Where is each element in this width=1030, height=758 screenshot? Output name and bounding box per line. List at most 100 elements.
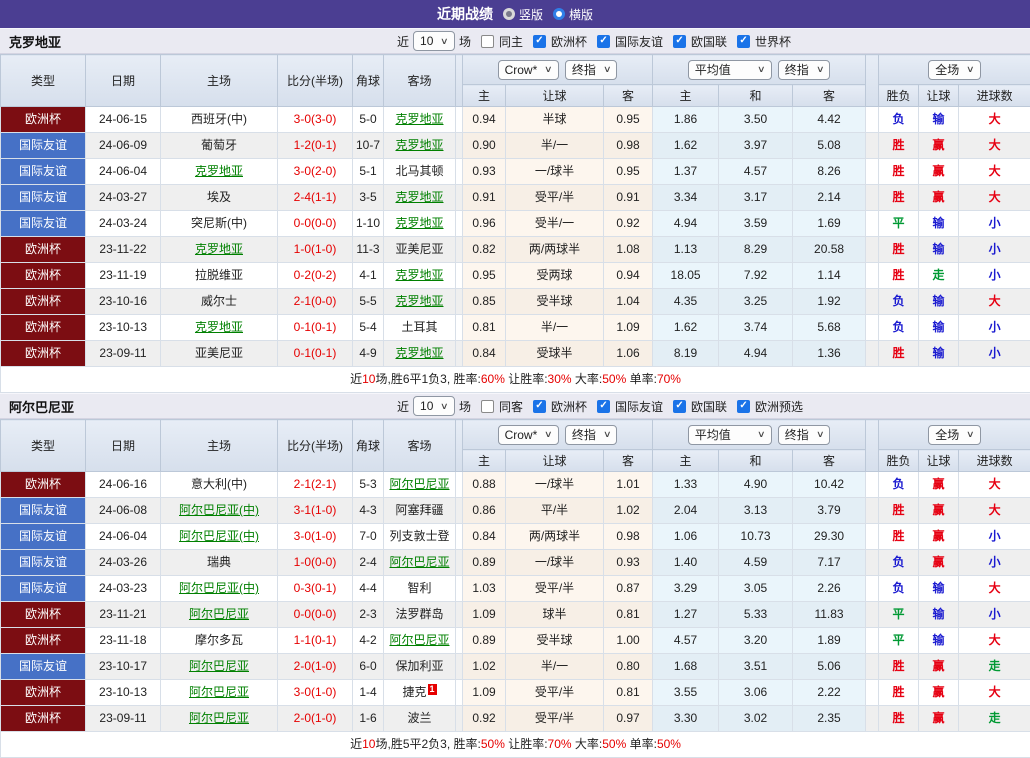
team-link[interactable]: 克罗地亚 xyxy=(395,190,443,204)
competition-checkbox[interactable]: ✓ xyxy=(533,35,546,48)
odds-stage-select[interactable]: 终指∨ xyxy=(565,60,618,80)
match-score: 1-1(0-1) xyxy=(278,628,353,654)
home-team-cell: 阿尔巴尼亚(中) xyxy=(161,498,278,524)
match-date: 23-11-18 xyxy=(86,628,161,654)
radio-selected-icon[interactable] xyxy=(503,8,515,20)
team-link[interactable]: 克罗地亚 xyxy=(395,346,443,360)
result-goals: 大 xyxy=(959,133,1030,159)
competition-checkbox[interactable]: ✓ xyxy=(673,400,686,413)
away-team-cell: 保加利亚 xyxy=(384,654,456,680)
handicap-odds-home: 0.88 xyxy=(463,472,506,498)
col-header: 日期 xyxy=(86,55,161,107)
handicap-odds-away: 0.95 xyxy=(604,107,653,133)
team-link[interactable]: 阿尔巴尼亚(中) xyxy=(179,529,259,543)
same-venue-checkbox[interactable] xyxy=(481,35,494,48)
odds-company-select[interactable]: Crow*∨ xyxy=(498,60,559,80)
same-venue-checkbox[interactable] xyxy=(481,400,494,413)
avg-company-select[interactable]: 平均值∨ xyxy=(688,60,772,80)
handicap-line: 一/球半 xyxy=(506,472,604,498)
team-link[interactable]: 阿尔巴尼亚 xyxy=(189,711,249,725)
avg-stage-select[interactable]: 终指∨ xyxy=(778,425,831,445)
summary-segment: 让胜率: xyxy=(505,737,548,751)
result-handicap: 赢 xyxy=(919,680,959,706)
avg-stage-select[interactable]: 终指∨ xyxy=(778,60,831,80)
avg-company-select-value: 平均值 xyxy=(695,426,731,443)
match-count-select[interactable]: 10∨ xyxy=(413,31,455,51)
competition-checkbox[interactable]: ✓ xyxy=(597,35,610,48)
competition-checkbox[interactable]: ✓ xyxy=(597,400,610,413)
result-outcome: 胜 xyxy=(879,680,919,706)
match-date: 24-06-15 xyxy=(86,107,161,133)
avg-odds-draw: 8.29 xyxy=(719,237,793,263)
avg-odds-home: 1.06 xyxy=(653,524,719,550)
match-type-badge: 欧洲杯 xyxy=(1,706,86,732)
team-link[interactable]: 克罗地亚 xyxy=(395,268,443,282)
team-link[interactable]: 阿尔巴尼亚 xyxy=(389,555,449,569)
result-handicap: 输 xyxy=(919,576,959,602)
summary-row: 近10场,胜5平2负3, 胜率:50% 让胜率:70% 大率:50% 单率:50… xyxy=(1,732,1030,758)
team-link[interactable]: 克罗地亚 xyxy=(195,164,243,178)
radio-horizontal-layout[interactable]: 横版 xyxy=(553,6,593,23)
team-link[interactable]: 阿尔巴尼亚 xyxy=(189,659,249,673)
handicap-odds-home: 0.96 xyxy=(463,211,506,237)
match-count-select[interactable]: 10∨ xyxy=(413,396,455,416)
competition-checkbox[interactable]: ✓ xyxy=(737,400,750,413)
radio-vertical-label: 竖版 xyxy=(519,6,543,23)
competition-checkbox[interactable]: ✓ xyxy=(533,400,546,413)
team-link[interactable]: 克罗地亚 xyxy=(195,242,243,256)
team-link[interactable]: 阿尔巴尼亚(中) xyxy=(179,581,259,595)
match-type-badge: 欧洲杯 xyxy=(1,263,86,289)
avg-company-select[interactable]: 平均值∨ xyxy=(688,425,772,445)
avg-odds-draw: 3.02 xyxy=(719,706,793,732)
away-team-cell: 土耳其 xyxy=(384,315,456,341)
odds-stage-select[interactable]: 终指∨ xyxy=(565,425,618,445)
radio-unselected-icon[interactable] xyxy=(553,8,565,20)
spacer-cell xyxy=(866,654,879,680)
competition-checkbox[interactable]: ✓ xyxy=(673,35,686,48)
team-link[interactable]: 克罗地亚 xyxy=(195,320,243,334)
team-link[interactable]: 克罗地亚 xyxy=(395,112,443,126)
competition-checkbox[interactable]: ✓ xyxy=(737,35,750,48)
team-link[interactable]: 阿尔巴尼亚 xyxy=(189,685,249,699)
away-team-cell: 克罗地亚 xyxy=(384,211,456,237)
odds-sub-header: 主 xyxy=(463,450,506,472)
team-link[interactable]: 阿尔巴尼亚 xyxy=(189,607,249,621)
spacer-cell xyxy=(456,472,463,498)
away-team-cell: 阿尔巴尼亚 xyxy=(384,628,456,654)
competition-label: 国际友谊 xyxy=(615,33,663,50)
away-team-cell: 亚美尼亚 xyxy=(384,237,456,263)
avg-sub-header: 客 xyxy=(793,450,866,472)
team-link[interactable]: 阿尔巴尼亚(中) xyxy=(179,503,259,517)
team-link[interactable]: 阿尔巴尼亚 xyxy=(389,477,449,491)
team-link[interactable]: 阿尔巴尼亚 xyxy=(389,633,449,647)
match-date: 23-09-11 xyxy=(86,706,161,732)
match-row: 国际友谊24-03-23阿尔巴尼亚(中)0-3(0-1)4-4智利1.03受平/… xyxy=(1,576,1030,602)
result-goals: 小 xyxy=(959,524,1030,550)
home-team-cell: 瑞典 xyxy=(161,550,278,576)
col-header: 日期 xyxy=(86,420,161,472)
corner-score: 11-3 xyxy=(353,237,384,263)
result-outcome: 负 xyxy=(879,550,919,576)
match-type-badge: 国际友谊 xyxy=(1,185,86,211)
team-link[interactable]: 克罗地亚 xyxy=(395,216,443,230)
scope-select[interactable]: 全场∨ xyxy=(928,425,981,445)
scope-select[interactable]: 全场∨ xyxy=(928,60,981,80)
team-link[interactable]: 克罗地亚 xyxy=(395,138,443,152)
radio-vertical-layout[interactable]: 竖版 xyxy=(503,6,543,23)
chevron-down-icon: ∨ xyxy=(603,64,612,75)
team-link[interactable]: 克罗地亚 xyxy=(395,294,443,308)
avg-sub-header: 主 xyxy=(653,85,719,107)
match-date: 24-06-16 xyxy=(86,472,161,498)
result-outcome: 胜 xyxy=(879,654,919,680)
handicap-odds-away: 0.80 xyxy=(604,654,653,680)
away-team-cell: 波兰 xyxy=(384,706,456,732)
match-row: 欧洲杯23-10-13阿尔巴尼亚3-0(1-0)1-4捷克11.09受平/半0.… xyxy=(1,680,1030,706)
odds-company-select[interactable]: Crow*∨ xyxy=(498,425,559,445)
section-team-name: 克罗地亚 xyxy=(0,32,61,51)
corner-score: 5-1 xyxy=(353,159,384,185)
away-team-cell: 克罗地亚 xyxy=(384,107,456,133)
handicap-odds-away: 0.92 xyxy=(604,211,653,237)
spacer-cell xyxy=(456,654,463,680)
match-date: 24-06-08 xyxy=(86,498,161,524)
avg-odds-away: 3.79 xyxy=(793,498,866,524)
